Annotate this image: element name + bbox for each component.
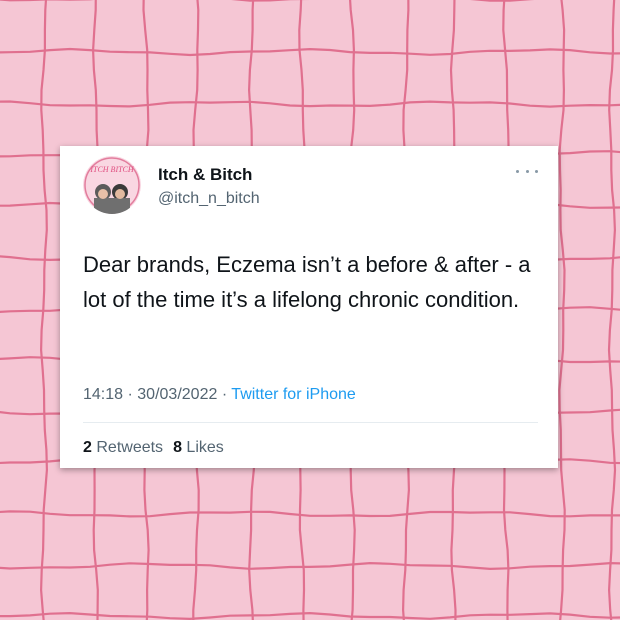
user-handle[interactable]: @itch_n_bitch (158, 190, 260, 208)
tweet-meta: 14:18 · 30/03/2022 · Twitter for iPhone (83, 386, 356, 404)
likes-stat[interactable]: 8 Likes (173, 439, 224, 456)
tweet-stats: 2 Retweets 8 Likes (83, 439, 224, 457)
meta-separator: · (221, 386, 228, 403)
tweet-date[interactable]: 30/03/2022 (137, 386, 217, 403)
dot (516, 169, 519, 173)
grid-line-horizontal (0, 561, 620, 571)
grid-line-horizontal (0, 100, 620, 108)
avatar-image: ITCH BITCH (83, 156, 141, 214)
more-options-icon[interactable] (516, 164, 538, 178)
retweets-label: Retweets (96, 439, 164, 456)
grid-line-horizontal (0, 611, 620, 620)
tweet-card: ITCH BITCH Itch & Bitch @itch_n_bitch De… (60, 146, 558, 468)
display-name[interactable]: Itch & Bitch (158, 165, 252, 185)
tweet-source-link[interactable]: Twitter for iPhone (231, 386, 356, 403)
retweets-stat[interactable]: 2 Retweets (83, 439, 163, 456)
meta-separator: · (127, 386, 133, 403)
retweets-count: 2 (83, 439, 92, 456)
tweet-text: Dear brands, Eczema isn’t a before & aft… (83, 252, 531, 312)
grid-line-horizontal (0, 510, 620, 518)
grid-line-vertical (558, 0, 566, 620)
tweet-time[interactable]: 14:18 (83, 386, 123, 403)
divider (83, 422, 538, 423)
likes-label: Likes (186, 439, 224, 456)
likes-count: 8 (173, 439, 182, 456)
avatar[interactable]: ITCH BITCH (83, 156, 141, 214)
dot (525, 169, 529, 173)
avatar-logo-text: ITCH BITCH (89, 165, 135, 174)
grid-line-horizontal (0, 0, 535, 2)
dot (535, 169, 538, 173)
